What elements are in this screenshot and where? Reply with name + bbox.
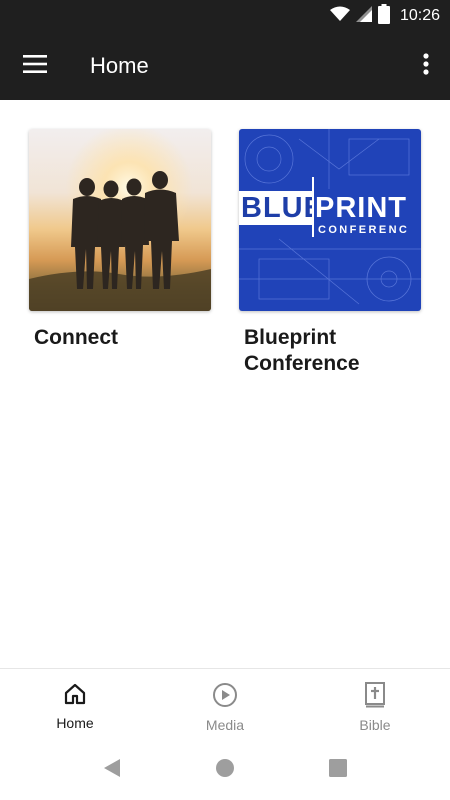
- back-triangle-icon: [102, 758, 122, 783]
- blueprint-thumbnail: BLUE PRINT CONFERENC: [239, 129, 421, 311]
- recents-square-icon: [328, 758, 348, 783]
- blueprint-logo-left: BLUE: [239, 191, 312, 225]
- nav-label: Home: [56, 715, 94, 731]
- card-label: Blueprint Conference: [244, 326, 360, 375]
- blueprint-logo-right: PRINT: [315, 192, 407, 224]
- bible-icon: [364, 682, 386, 713]
- overflow-menu-button[interactable]: [414, 48, 438, 84]
- signal-icon: [355, 5, 372, 27]
- nav-label: Media: [205, 717, 245, 733]
- home-circle-icon: [215, 758, 235, 783]
- app-bar: Home: [0, 32, 450, 100]
- page-title: Home: [90, 53, 149, 78]
- play-circle-icon: [212, 682, 238, 713]
- hamburger-menu-icon: [23, 54, 47, 78]
- wifi-icon: [329, 6, 350, 27]
- nav-media[interactable]: Media: [150, 669, 300, 740]
- blueprint-logo-subtitle: CONFERENC: [318, 224, 410, 236]
- blueprint-logo: BLUE PRINT: [239, 191, 421, 225]
- system-navigation-bar: [0, 740, 450, 800]
- recents-button[interactable]: [326, 758, 350, 782]
- home-icon: [63, 682, 87, 711]
- connect-thumbnail: [29, 129, 211, 311]
- nav-home[interactable]: Home: [0, 669, 150, 740]
- nav-bible[interactable]: Bible: [300, 669, 450, 740]
- nav-label: Bible: [359, 717, 391, 733]
- card-blueprint-conference[interactable]: BLUE PRINT CONFERENC Blueprint Conferenc…: [239, 129, 421, 377]
- card-connect[interactable]: Connect: [29, 129, 211, 351]
- more-vert-icon: [423, 52, 429, 80]
- status-bar: 10:26: [0, 0, 450, 32]
- card-label: Connect: [34, 326, 118, 349]
- bottom-navigation: Home Media Bible: [0, 668, 450, 740]
- back-button[interactable]: [100, 758, 124, 782]
- status-time: 10:26: [399, 7, 440, 24]
- menu-button[interactable]: [16, 48, 54, 84]
- battery-icon: [377, 3, 390, 29]
- home-system-button[interactable]: [213, 758, 237, 782]
